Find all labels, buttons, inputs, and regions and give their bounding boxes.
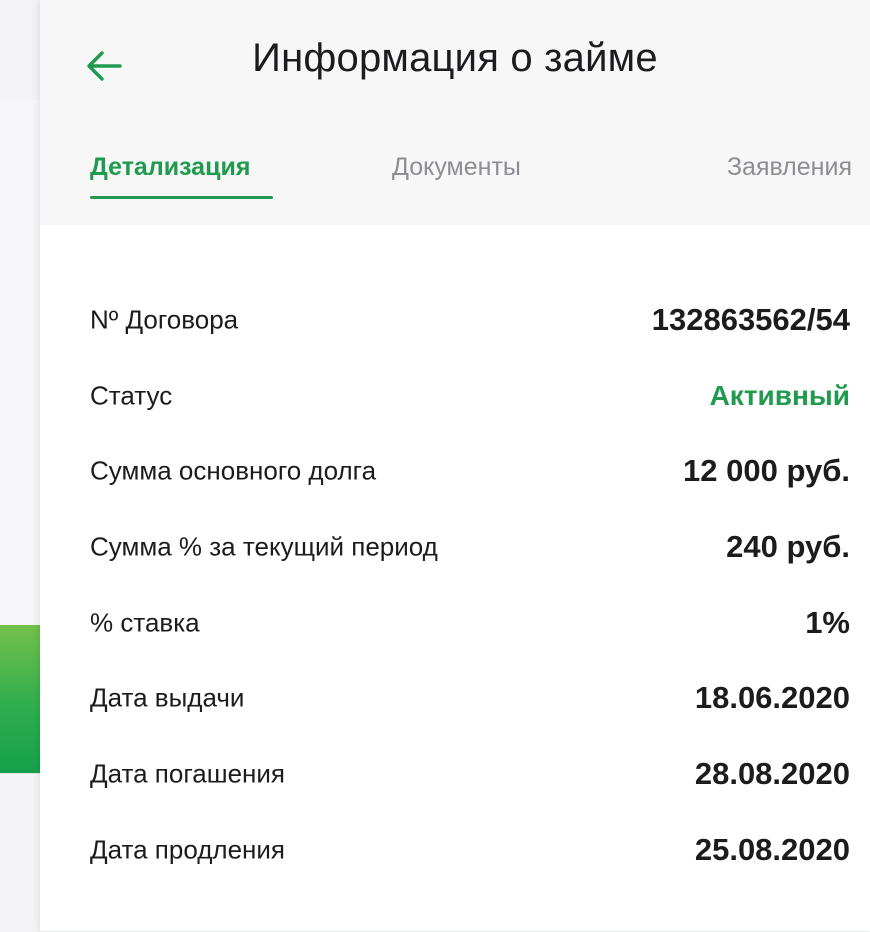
detail-row-extension-date: Дата продления 25.08.2020 [90,825,850,875]
tab-documents[interactable]: Документы [392,153,521,182]
detail-row-status: Статус Активный [90,371,850,421]
page-title: Информация о займе [252,36,658,80]
detail-value: 12 000 руб. [683,453,850,488]
detail-label: Дата погашения [90,758,285,789]
detail-label: % ставка [90,607,200,638]
detail-row-rate: % ставка 1% [90,598,850,648]
detail-value: 25.08.2020 [694,832,850,867]
sheet-header: Информация о займе Детализация Документы… [40,0,870,225]
detail-label: Сумма % за текущий период [90,531,438,562]
background-app-content [0,100,40,625]
detail-value: 28.08.2020 [694,756,850,791]
detail-row-contract-number: Nº Договора 132863562/54 [90,295,850,345]
detail-label: Сумма основного долга [90,455,377,486]
status-badge: Активный [709,380,850,411]
detail-row-issue-date: Дата выдачи 18.06.2020 [90,673,850,723]
detail-row-interest-amount: Сумма % за текущий период 240 руб. [90,522,850,572]
detail-value: 132863562/54 [651,302,850,337]
loan-info-sheet: Информация о займе Детализация Документы… [40,0,870,931]
background-green-button [0,625,40,773]
detail-value: 18.06.2020 [694,680,850,715]
detail-label: Статус [90,380,173,411]
detail-label: Nº Договора [90,304,239,335]
detail-label: Дата выдачи [90,682,245,713]
tab-details[interactable]: Детализация [90,153,250,182]
detail-row-repayment-date: Дата погашения 28.08.2020 [90,749,850,799]
background-app-header [0,0,40,101]
detail-value: 1% [805,605,850,640]
background-app-footer [0,773,40,932]
detail-row-principal: Сумма основного долга 12 000 руб. [90,446,850,496]
detail-label: Дата продления [90,834,285,865]
active-tab-indicator [90,196,273,199]
detail-value: 240 руб. [726,529,850,564]
tab-applications[interactable]: Заявления [727,153,852,182]
